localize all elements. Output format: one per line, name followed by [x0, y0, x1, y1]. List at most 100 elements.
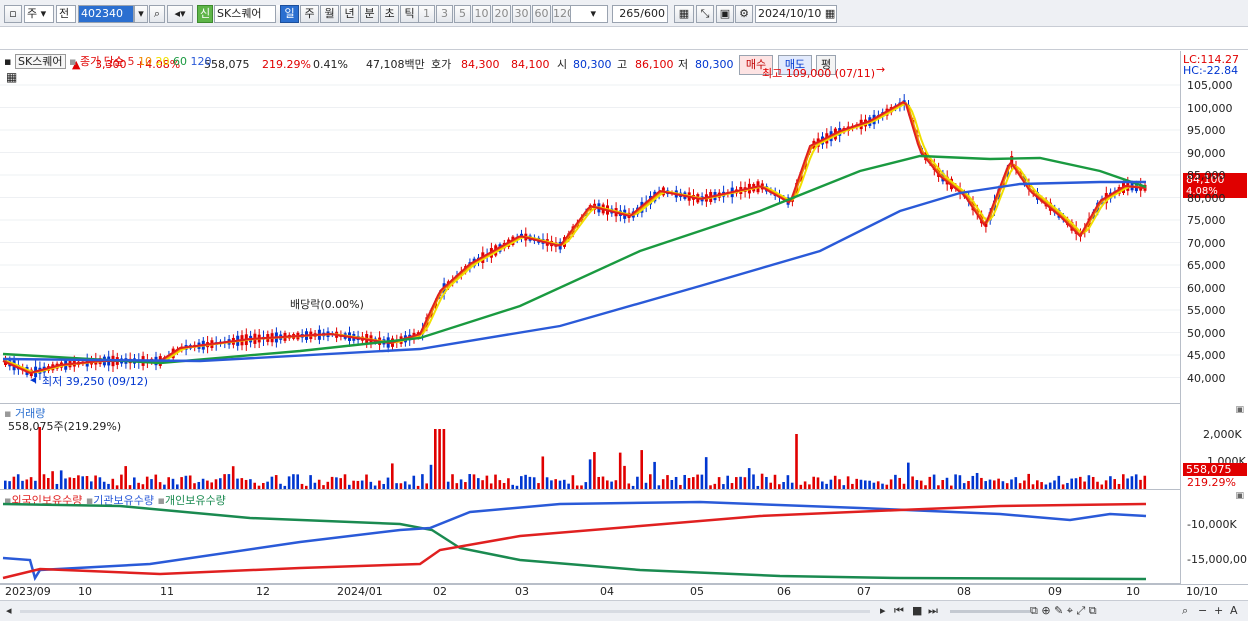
holdings-tick-1: -10,000K	[1187, 518, 1237, 531]
zoom-out-icon[interactable]: −	[1198, 604, 1207, 617]
stock-code-input[interactable]: 402340	[78, 5, 134, 23]
period-button-2[interactable]: 월	[320, 5, 339, 23]
rewind-icon[interactable]: ⏮	[894, 604, 904, 618]
interval-dropdown[interactable]: ▾	[570, 5, 608, 23]
volume-bar	[747, 468, 751, 489]
volume-bar	[575, 485, 579, 489]
holdings-canvas[interactable]	[0, 490, 1180, 584]
volume-bar	[1087, 475, 1091, 489]
price-chart-canvas[interactable]	[0, 51, 1180, 404]
tool-icons[interactable]: ⧉ ⊕ ✎ ⌖ ⤢ ⧉	[1030, 604, 1097, 618]
volume-bar	[42, 474, 46, 489]
scroll-left-icon[interactable]: ◂	[6, 604, 12, 617]
interval-button-1[interactable]: 3	[436, 5, 453, 23]
zoom-in-icon[interactable]: +	[1214, 604, 1223, 617]
fast-forward-icon[interactable]: ⏭	[928, 604, 938, 618]
volume-bar	[395, 483, 398, 489]
volume-bar	[322, 485, 325, 489]
volume-bar	[176, 484, 179, 489]
period-button-0[interactable]: 일	[280, 5, 299, 23]
volume-bar	[1036, 480, 1039, 489]
volume-bar	[25, 479, 29, 489]
zoom-search-icon[interactable]: ⌕	[1182, 604, 1188, 618]
volume-bar	[98, 477, 102, 489]
period-button-3[interactable]: 년	[340, 5, 359, 23]
holdings-close-icon[interactable]: ▣	[1235, 491, 1244, 501]
date-field[interactable]: 2024/10/10 ▦	[755, 5, 837, 23]
volume-bar	[468, 474, 471, 489]
period-button-1[interactable]: 주	[300, 5, 319, 23]
volume-bar	[438, 429, 441, 489]
volume-bar	[446, 481, 450, 489]
market-value: 주	[27, 7, 38, 20]
chart-tools-icon[interactable]: ▦	[674, 5, 694, 23]
price-tick-0: 105,000	[1187, 79, 1233, 92]
speaker-icon[interactable]: ◂▾	[167, 5, 193, 23]
scroll-track[interactable]	[20, 610, 870, 613]
period-button-6[interactable]: 틱	[400, 5, 419, 23]
scroll-right-icon[interactable]: ▸	[880, 604, 886, 617]
calendar-icon[interactable]: ▦	[825, 7, 835, 20]
font-size-icon[interactable]: A	[1230, 604, 1238, 617]
volume-bar	[507, 478, 510, 489]
volume-bar	[631, 485, 635, 489]
window-menu-icon[interactable]: ▫	[4, 5, 22, 23]
volume-bar	[227, 474, 231, 489]
volume-bar	[550, 480, 553, 489]
x-axis-label-5: 02	[433, 585, 447, 598]
interval-button-5[interactable]: 30	[512, 5, 531, 23]
volume-bar	[1018, 483, 1022, 489]
volume-bar	[356, 480, 360, 489]
period-button-4[interactable]: 분	[360, 5, 379, 23]
volume-bar	[795, 434, 798, 489]
save-icon[interactable]: ▣	[716, 5, 734, 23]
volume-bar	[68, 477, 72, 489]
volume-bar	[717, 477, 721, 489]
volume-bar	[722, 484, 725, 489]
volume-bar	[846, 476, 850, 489]
zoom-slider[interactable]	[950, 610, 1030, 613]
interval-button-2[interactable]: 5	[454, 5, 471, 23]
period-button-5[interactable]: 초	[380, 5, 399, 23]
volume-bar	[167, 477, 170, 489]
market-select[interactable]: 주 ▾	[24, 5, 54, 23]
zoom-tool-icon[interactable]: ⤡	[696, 5, 714, 23]
volume-bar	[244, 479, 248, 489]
volume-bar	[773, 474, 777, 489]
volume-close-icon[interactable]: ▣	[1235, 405, 1244, 415]
interval-button-6[interactable]: 60	[532, 5, 551, 23]
volume-bar	[666, 475, 669, 489]
interval-button-0[interactable]: 1	[418, 5, 435, 23]
volume-canvas[interactable]	[0, 404, 1180, 490]
volume-bar	[537, 483, 540, 489]
volume-bar	[554, 479, 557, 489]
market-option[interactable]: 전	[56, 5, 76, 23]
volume-bar	[988, 479, 992, 489]
volume-tick-1: 2,000K	[1203, 428, 1242, 441]
stop-icon[interactable]: ■	[912, 604, 922, 617]
volume-bar	[403, 481, 407, 489]
interval-button-4[interactable]: 20	[492, 5, 511, 23]
volume-bar	[821, 481, 824, 489]
stock-name-field[interactable]: SK스퀘어	[214, 5, 276, 23]
interval-button-3[interactable]: 10	[472, 5, 491, 23]
volume-bar	[197, 481, 201, 489]
volume-bar	[778, 484, 781, 489]
x-axis-label-10: 07	[857, 585, 871, 598]
volume-bar	[679, 484, 682, 489]
volume-bar	[842, 485, 846, 489]
volume-bar	[1048, 482, 1052, 489]
news-badge[interactable]: 신	[197, 5, 213, 23]
price-tick-4: 85,000	[1187, 169, 1226, 182]
settings-gear-icon[interactable]: ⚙	[735, 5, 753, 23]
data-count-field[interactable]: 265/600	[612, 5, 668, 23]
volume-bar	[808, 484, 811, 489]
volume-bar	[644, 482, 648, 489]
volume-bar	[1061, 484, 1065, 489]
search-icon[interactable]: ⌕	[149, 5, 165, 23]
volume-bar	[709, 485, 712, 489]
price-tick-6: 75,000	[1187, 214, 1226, 227]
code-dropdown-icon[interactable]: ▾	[134, 5, 148, 23]
volume-bar	[335, 477, 338, 489]
volume-bar	[1001, 481, 1005, 489]
